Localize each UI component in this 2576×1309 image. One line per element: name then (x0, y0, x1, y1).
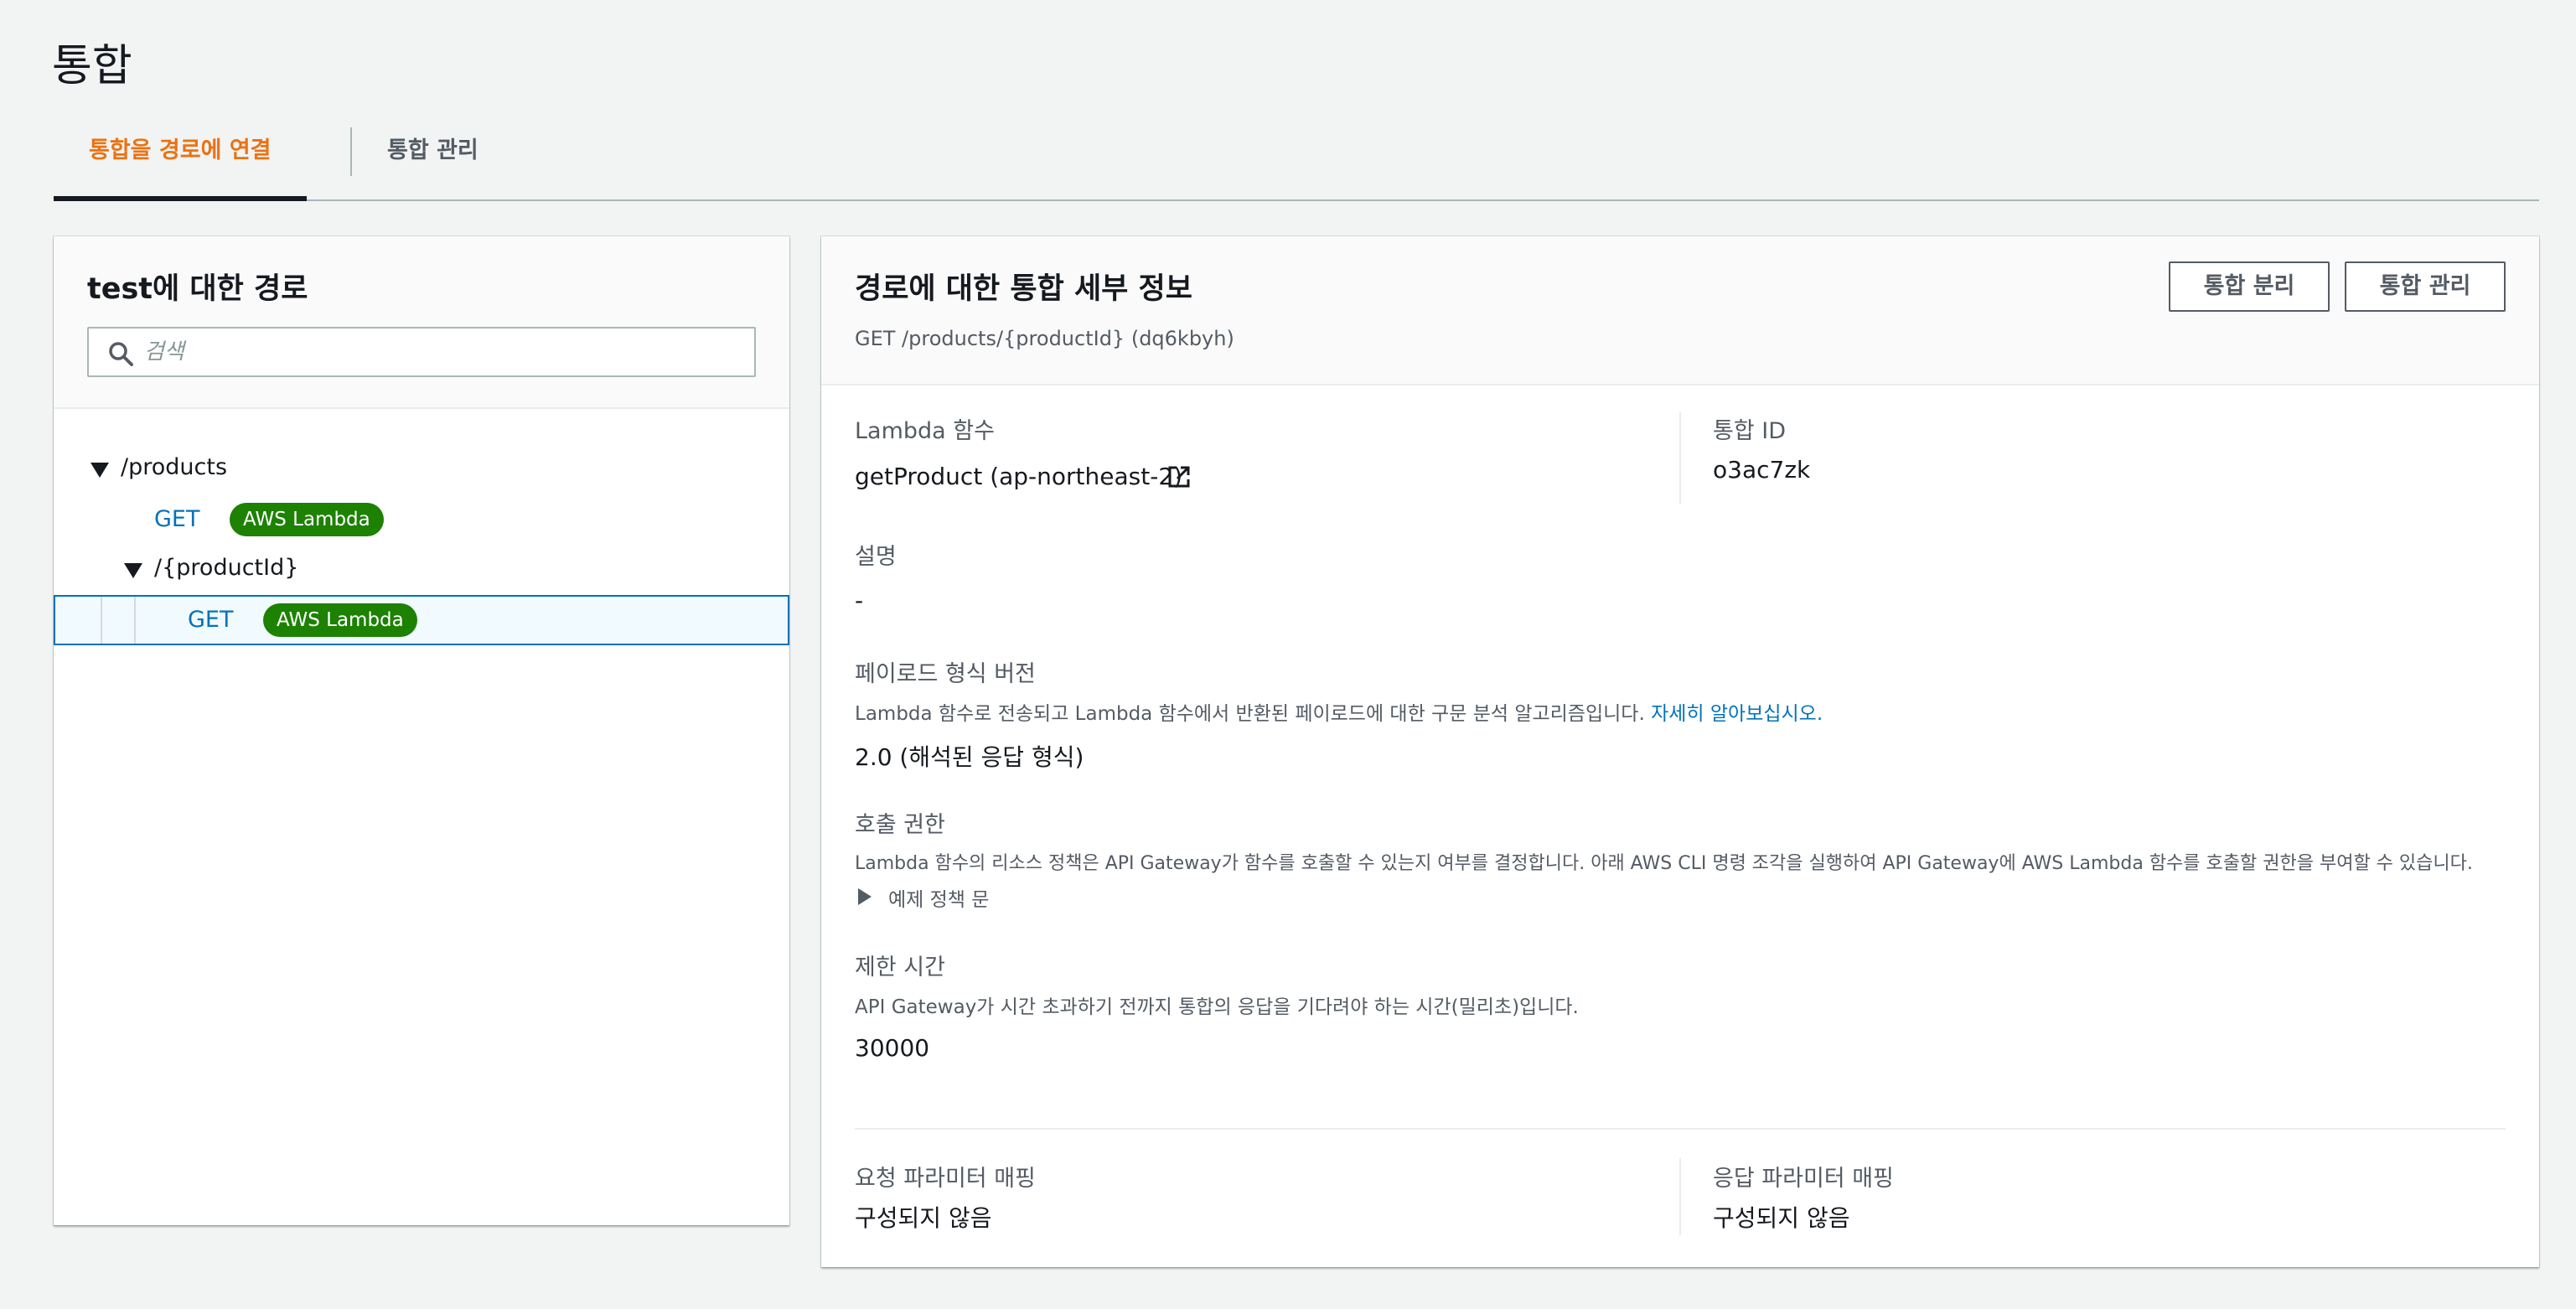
tab-manage-integrations[interactable]: 통합 관리 (352, 117, 514, 201)
manage-integration-button[interactable]: 통합 관리 (2345, 261, 2506, 312)
search-box (87, 327, 756, 377)
learn-more-link[interactable]: 자세히 알아보십시오. (1651, 703, 1823, 725)
search-icon (109, 342, 133, 366)
details-panel-header: 경로에 대한 통합 세부 정보 GET /products/{productId… (821, 236, 2539, 385)
request-mapping-label: 요청 파라미터 매핑 (855, 1166, 1036, 1192)
example-policy-expander[interactable]: 예제 정책 문 (855, 882, 1022, 912)
route-method: GET (188, 607, 234, 633)
routes-panel-title: test에 대한 경로 (87, 272, 308, 306)
example-policy-label[interactable]: 예제 정책 문 (888, 883, 989, 912)
detach-integration-button[interactable]: 통합 분리 (2169, 261, 2330, 312)
lambda-function-value[interactable]: getProduct (ap-northeast-2) (855, 463, 1182, 490)
column-divider (1679, 1158, 1681, 1235)
routes-panel: test에 대한 경로 /products GET AWS Lambda /{p… (54, 236, 789, 1225)
response-mapping-label: 응답 파라미터 매핑 (1713, 1166, 1894, 1192)
tab-bar: 통합을 경로에 연결 통합 관리 (54, 117, 2539, 201)
page-title: 통합 (52, 41, 132, 91)
route-summary: GET /products/{productId} (dq6kbyh) (855, 327, 1234, 350)
timeout-label: 제한 시간 (855, 955, 945, 980)
invoke-permission-label: 호출 권한 (855, 812, 945, 838)
external-link-icon[interactable] (1166, 464, 1192, 489)
payload-version-label: 페이로드 형식 버전 (855, 661, 1036, 687)
route-method: GET (154, 506, 200, 532)
section-divider (855, 1128, 2506, 1130)
caret-down-icon[interactable] (91, 463, 109, 478)
routes-panel-header: test에 대한 경로 (54, 236, 789, 409)
payload-version-desc-text: Lambda 함수로 전송되고 Lambda 함수에서 반환된 페이로드에 대한… (855, 703, 1645, 725)
tree-guide-line (101, 597, 102, 644)
payload-version-description: Lambda 함수로 전송되고 Lambda 함수에서 반환된 페이로드에 대한… (855, 697, 1823, 726)
search-input[interactable] (144, 329, 731, 375)
lambda-function-label: Lambda 함수 (855, 418, 995, 444)
response-mapping-value: 구성되지 않음 (1713, 1204, 1850, 1232)
column-divider (1679, 412, 1681, 504)
tree-guide-line (134, 597, 136, 644)
tab-attach-integrations[interactable]: 통합을 경로에 연결 (54, 117, 307, 201)
lambda-function-name[interactable]: getProduct (ap-northeast-2) (855, 463, 1182, 490)
request-mapping-value: 구성되지 않음 (855, 1204, 992, 1232)
description-label: 설명 (855, 544, 897, 570)
integration-badge: AWS Lambda (263, 603, 417, 637)
details-panel-title: 경로에 대한 통합 세부 정보 (855, 272, 1192, 306)
invoke-permission-description: Lambda 함수의 리소스 정책은 API Gateway가 함수를 호출할 … (855, 853, 2473, 874)
integration-details-panel: 경로에 대한 통합 세부 정보 GET /products/{productId… (821, 236, 2539, 1267)
route-path: /products (121, 454, 228, 480)
route-path: /{productId} (154, 555, 299, 581)
caret-down-icon[interactable] (124, 563, 142, 578)
payload-version-value: 2.0 (해석된 응답 형식) (855, 743, 1084, 771)
timeout-description: API Gateway가 시간 초과하기 전까지 통합의 응답을 기다려야 하는… (855, 996, 1579, 1018)
integration-badge: AWS Lambda (230, 503, 384, 536)
description-value: - (855, 587, 864, 614)
route-method-row-selected[interactable]: GET AWS Lambda (54, 595, 789, 645)
tree-node-products[interactable]: /products (54, 444, 789, 494)
caret-right-icon[interactable] (858, 888, 872, 905)
integration-id-value: o3ac7zk (1713, 456, 1811, 484)
tree-node-product-id[interactable]: /{productId} (54, 545, 789, 595)
route-method-row[interactable]: GET AWS Lambda (54, 494, 789, 545)
timeout-value: 30000 (855, 1034, 930, 1062)
integration-id-label: 통합 ID (1713, 418, 1787, 444)
